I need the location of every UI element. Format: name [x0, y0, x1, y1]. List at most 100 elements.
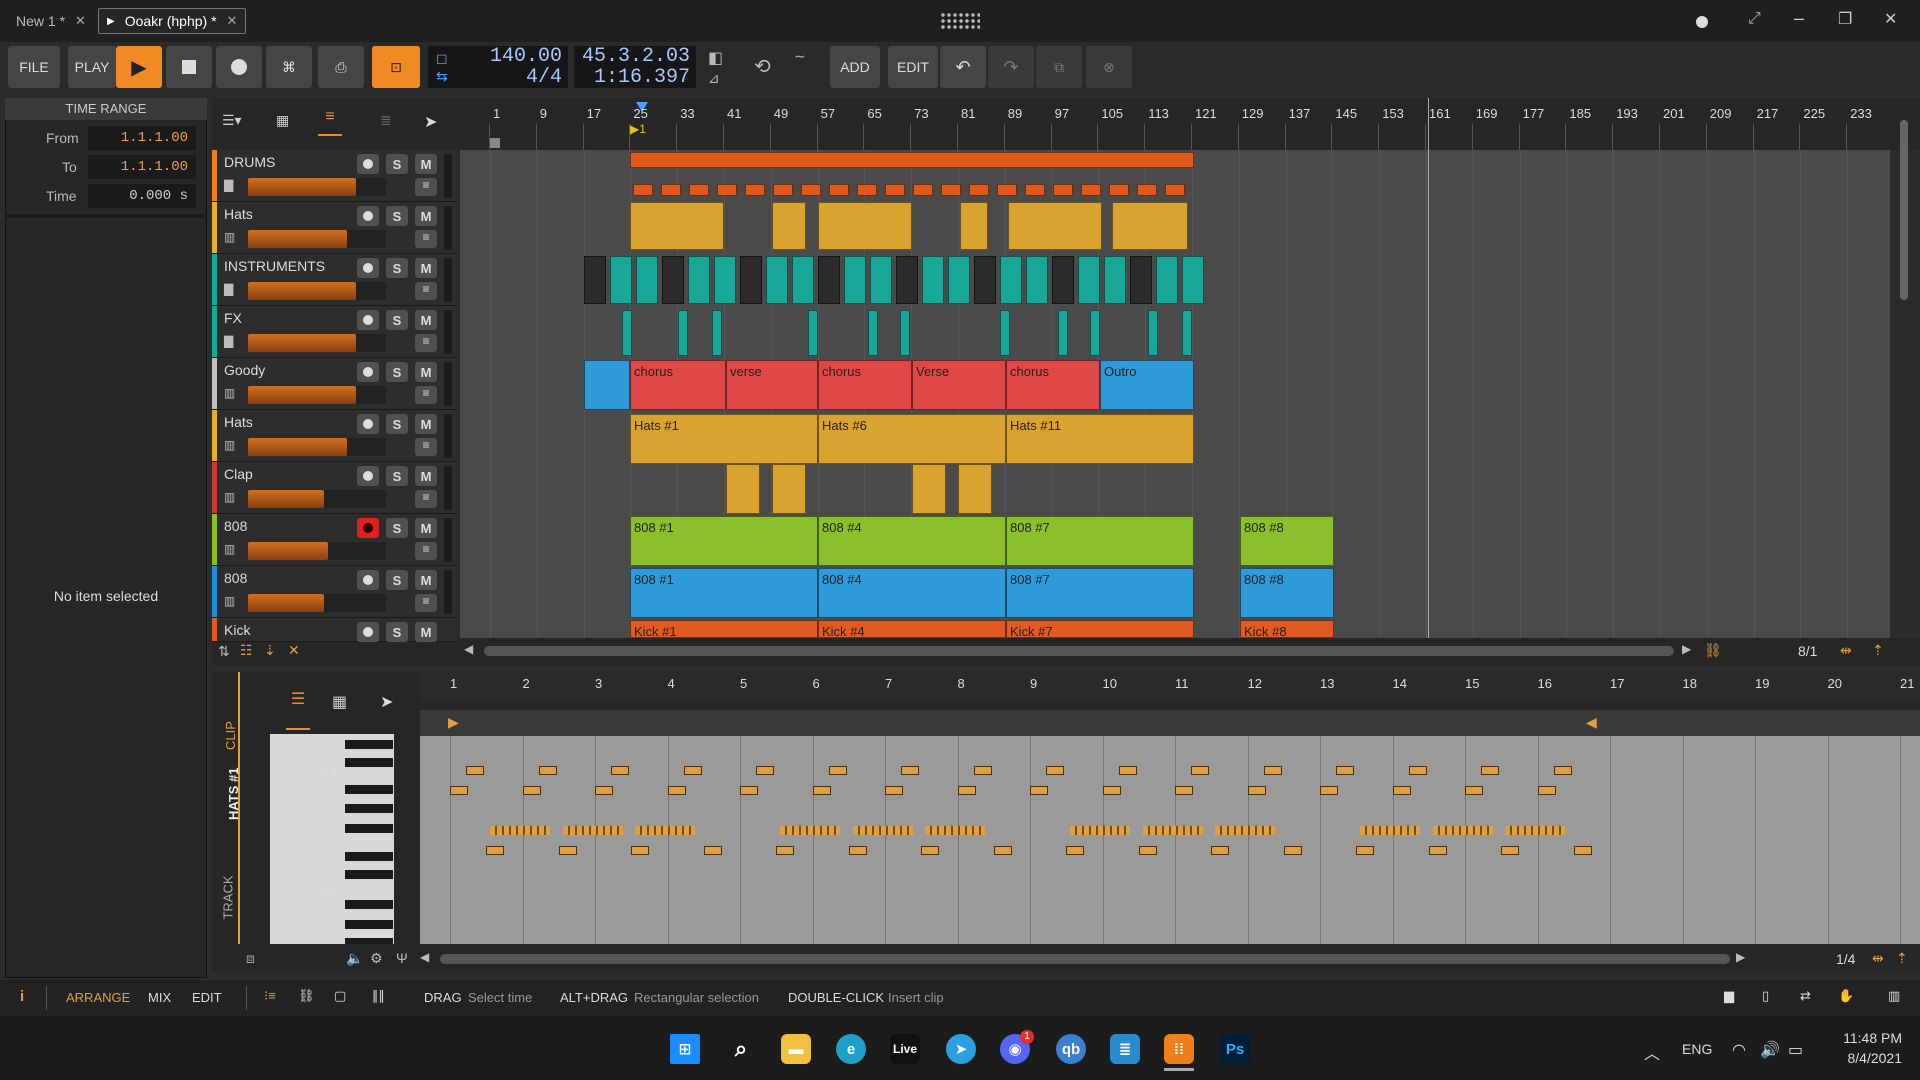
- arrange-zoom[interactable]: 8/1: [1798, 643, 1817, 659]
- track-name[interactable]: Clap: [224, 466, 253, 482]
- hats-group-clip[interactable]: [1112, 202, 1188, 250]
- loop-start-handle[interactable]: [490, 138, 500, 148]
- instrument-clip[interactable]: [740, 256, 762, 304]
- fx-clip[interactable]: [622, 310, 632, 356]
- snap-icon[interactable]: ⇡: [1872, 642, 1884, 659]
- fx-clip[interactable]: [712, 310, 722, 356]
- track-name[interactable]: INSTRUMENTS: [224, 258, 325, 274]
- record-arm-button[interactable]: [357, 154, 379, 174]
- layers-icon[interactable]: ≣: [380, 112, 392, 129]
- hats-group-clip[interactable]: [1008, 202, 1102, 250]
- 808-clip[interactable]: 808 #1: [630, 516, 818, 566]
- goody-section-clip[interactable]: verse: [726, 360, 818, 410]
- clip-end-marker-icon[interactable]: ◀: [1586, 714, 1597, 731]
- track-tab[interactable]: TRACK: [221, 875, 236, 919]
- clap-clip[interactable]: [726, 464, 760, 514]
- midi-note[interactable]: [1481, 766, 1499, 775]
- track-menu-icon[interactable]: ≡: [415, 282, 437, 300]
- record-button[interactable]: [216, 46, 262, 88]
- instrument-clip[interactable]: [870, 256, 892, 304]
- midi-note-roll[interactable]: [562, 826, 623, 835]
- close-icon[interactable]: ✕: [75, 13, 86, 29]
- copy-button[interactable]: ⧉: [1036, 46, 1082, 88]
- midi-note[interactable]: [667, 786, 686, 795]
- drums-summary-clip[interactable]: [630, 152, 1194, 168]
- hats-group-clip[interactable]: [630, 202, 724, 250]
- io-icon[interactable]: ⇄: [1800, 988, 1811, 1004]
- track-name[interactable]: DRUMS: [224, 154, 275, 170]
- hats-clip[interactable]: Hats #11: [1006, 414, 1194, 464]
- overdub-button[interactable]: ⎙: [318, 46, 364, 88]
- instrument-clip[interactable]: [922, 256, 944, 304]
- clap-clip[interactable]: [772, 464, 806, 514]
- editor-scroll-left-icon[interactable]: ◀: [420, 950, 429, 964]
- keyboard-icon[interactable]: ▥: [1888, 988, 1900, 1004]
- vertical-scrollbar[interactable]: [1898, 104, 1910, 304]
- track-name[interactable]: Hats: [224, 206, 253, 222]
- track-menu-icon[interactable]: ≡: [415, 230, 437, 248]
- goody-section-clip[interactable]: chorus: [818, 360, 912, 410]
- browser-icon[interactable]: ▆: [1724, 988, 1734, 1004]
- instrument-clip[interactable]: [1182, 256, 1204, 304]
- drums-mini-clip[interactable]: [1025, 184, 1045, 196]
- hats-group-clip[interactable]: [818, 202, 912, 250]
- instrument-clip[interactable]: [948, 256, 970, 304]
- hats-group-clip[interactable]: [772, 202, 806, 250]
- drums-mini-clip[interactable]: [913, 184, 933, 196]
- mute-button[interactable]: M: [415, 414, 437, 434]
- midi-note-roll[interactable]: [1215, 826, 1275, 835]
- time-signature[interactable]: 4/4: [490, 67, 562, 88]
- solo-button[interactable]: S: [386, 466, 408, 486]
- mixer-icon[interactable]: ⚙: [370, 950, 383, 967]
- volume-fader[interactable]: [248, 594, 386, 612]
- midi-note[interactable]: [1501, 846, 1519, 855]
- instrument-clip[interactable]: [766, 256, 788, 304]
- midi-note[interactable]: [812, 786, 831, 795]
- close-icon[interactable]: ✕: [227, 13, 238, 29]
- midi-note[interactable]: [973, 766, 992, 775]
- fx-clip[interactable]: [900, 310, 910, 356]
- midi-note[interactable]: [1320, 786, 1338, 795]
- 808-clip[interactable]: 808 #8: [1240, 516, 1334, 566]
- midi-note[interactable]: [703, 846, 722, 855]
- hand-icon[interactable]: ✋: [1838, 988, 1854, 1004]
- arrange-view-tab[interactable]: ARRANGE: [66, 990, 130, 1005]
- drums-mini-clip[interactable]: [1165, 184, 1185, 196]
- midi-note[interactable]: [1283, 846, 1302, 855]
- drums-mini-clip[interactable]: [1081, 184, 1101, 196]
- telegram-icon[interactable]: ➤: [946, 1034, 976, 1064]
- window-close-icon[interactable]: ✕: [1884, 9, 1897, 29]
- volume-fader[interactable]: [248, 230, 386, 248]
- info-icon[interactable]: i: [20, 988, 24, 1005]
- track-header[interactable]: FX S M ▇ ≡: [212, 306, 457, 358]
- volume-fader[interactable]: [248, 542, 386, 560]
- midi-note[interactable]: [901, 766, 919, 775]
- drums-mini-clip[interactable]: [689, 184, 709, 196]
- instrument-clip[interactable]: [1052, 256, 1074, 304]
- midi-note[interactable]: [631, 846, 649, 855]
- remove-icon[interactable]: ✕: [288, 642, 300, 659]
- fold-icon[interactable]: ⇅: [218, 643, 230, 660]
- midi-note[interactable]: [1465, 786, 1483, 795]
- volume-fader[interactable]: [248, 438, 386, 456]
- record-arm-button[interactable]: [357, 206, 379, 226]
- track-header[interactable]: 808 S M ▥ ≡: [212, 514, 457, 566]
- play-button[interactable]: ▶: [116, 46, 162, 88]
- mute-button[interactable]: M: [415, 570, 437, 590]
- track-list-icon[interactable]: ☷: [240, 642, 253, 659]
- drums-mini-clip[interactable]: [997, 184, 1017, 196]
- edit-button[interactable]: EDIT: [888, 46, 938, 88]
- instrument-clip[interactable]: [636, 256, 658, 304]
- file-icon[interactable]: ▯: [1762, 988, 1769, 1004]
- midi-note-roll[interactable]: [1432, 826, 1493, 835]
- mute-button[interactable]: M: [415, 466, 437, 486]
- track-name[interactable]: 808: [224, 570, 247, 586]
- tempo-value[interactable]: 140.00: [490, 46, 562, 67]
- drums-mini-clip[interactable]: [941, 184, 961, 196]
- record-arm-button[interactable]: [357, 622, 379, 642]
- fx-clip[interactable]: [1182, 310, 1192, 356]
- goody-section-clip[interactable]: chorus: [1006, 360, 1100, 410]
- battery-icon[interactable]: ▭: [1788, 1040, 1803, 1060]
- midi-note-roll[interactable]: [1070, 826, 1130, 835]
- track-header[interactable]: Goody S M ▥ ≡: [212, 358, 457, 410]
